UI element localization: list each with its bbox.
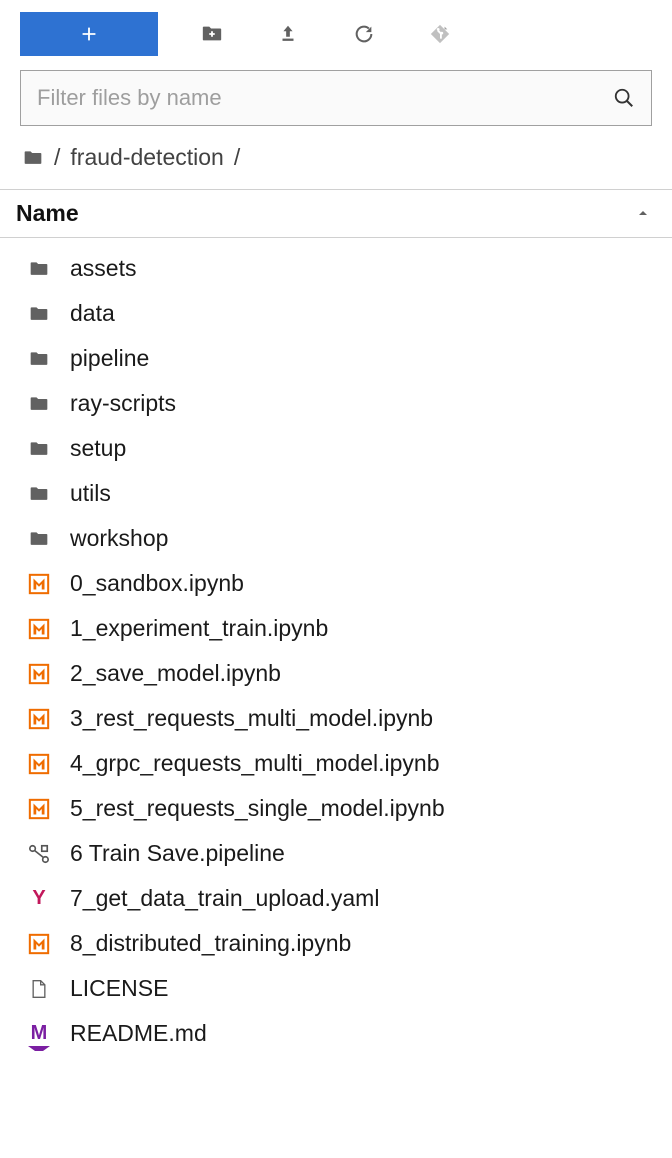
folder-plus-icon	[201, 23, 223, 45]
file-name: 1_experiment_train.ipynb	[70, 615, 328, 642]
file-name: 2_save_model.ipynb	[70, 660, 281, 687]
file-name: pipeline	[70, 345, 149, 372]
folder-icon	[26, 391, 52, 417]
list-item[interactable]: workshop	[0, 516, 672, 561]
notebook-icon	[26, 661, 52, 687]
breadcrumb-separator: /	[234, 144, 240, 171]
notebook-icon	[26, 796, 52, 822]
file-name: utils	[70, 480, 111, 507]
list-item[interactable]: 8_distributed_training.ipynb	[0, 921, 672, 966]
markdown-icon: M	[26, 1021, 52, 1047]
filter-box[interactable]	[20, 70, 652, 126]
new-launcher-button[interactable]	[20, 12, 158, 56]
new-folder-button[interactable]	[190, 16, 234, 52]
file-name: 8_distributed_training.ipynb	[70, 930, 351, 957]
folder-icon	[26, 256, 52, 282]
name-column-header[interactable]: Name	[16, 200, 79, 227]
file-name: 7_get_data_train_upload.yaml	[70, 885, 379, 912]
file-list: assets data pipeline ray-scripts setup utils w…	[0, 238, 672, 1056]
breadcrumb-separator: /	[54, 144, 60, 171]
notebook-icon	[26, 616, 52, 642]
list-header[interactable]: Name	[0, 189, 672, 238]
folder-icon	[22, 148, 44, 168]
file-name: setup	[70, 435, 126, 462]
list-item[interactable]: 2_save_model.ipynb	[0, 651, 672, 696]
search-icon	[613, 87, 635, 109]
sort-ascending-icon	[636, 208, 650, 220]
list-item[interactable]: ray-scripts	[0, 381, 672, 426]
refresh-button[interactable]	[342, 16, 386, 52]
list-item[interactable]: 0_sandbox.ipynb	[0, 561, 672, 606]
list-item[interactable]: 3_rest_requests_multi_model.ipynb	[0, 696, 672, 741]
notebook-icon	[26, 931, 52, 957]
list-item[interactable]: assets	[0, 246, 672, 291]
list-item[interactable]: data	[0, 291, 672, 336]
folder-icon	[26, 301, 52, 327]
breadcrumb-folder[interactable]: fraud-detection	[70, 144, 223, 171]
list-item[interactable]: 4_grpc_requests_multi_model.ipynb	[0, 741, 672, 786]
file-icon	[26, 976, 52, 1002]
file-name: assets	[70, 255, 136, 282]
folder-icon	[26, 436, 52, 462]
list-item[interactable]: setup	[0, 426, 672, 471]
filter-input[interactable]	[37, 85, 613, 111]
pipeline-icon	[26, 841, 52, 867]
file-name: README.md	[70, 1020, 207, 1047]
list-item[interactable]: 1_experiment_train.ipynb	[0, 606, 672, 651]
yaml-icon: Y	[26, 886, 52, 912]
file-name: 3_rest_requests_multi_model.ipynb	[70, 705, 433, 732]
plus-icon	[78, 23, 100, 45]
git-clone-button[interactable]	[418, 16, 462, 52]
list-item[interactable]: 5_rest_requests_single_model.ipynb	[0, 786, 672, 831]
file-name: 5_rest_requests_single_model.ipynb	[70, 795, 445, 822]
file-name: workshop	[70, 525, 168, 552]
file-name: 4_grpc_requests_multi_model.ipynb	[70, 750, 440, 777]
notebook-icon	[26, 751, 52, 777]
git-icon	[429, 23, 451, 45]
refresh-icon	[353, 23, 375, 45]
file-name: 0_sandbox.ipynb	[70, 570, 244, 597]
folder-icon	[26, 346, 52, 372]
list-item[interactable]: LICENSE	[0, 966, 672, 1011]
list-item[interactable]: pipeline	[0, 336, 672, 381]
file-name: ray-scripts	[70, 390, 176, 417]
folder-icon	[26, 526, 52, 552]
list-item[interactable]: 6 Train Save.pipeline	[0, 831, 672, 876]
file-name: data	[70, 300, 115, 327]
breadcrumb[interactable]: / fraud-detection /	[0, 140, 672, 189]
file-name: 6 Train Save.pipeline	[70, 840, 285, 867]
notebook-icon	[26, 571, 52, 597]
file-name: LICENSE	[70, 975, 168, 1002]
upload-icon	[277, 23, 299, 45]
folder-icon	[26, 481, 52, 507]
list-item[interactable]: Y 7_get_data_train_upload.yaml	[0, 876, 672, 921]
list-item[interactable]: M README.md	[0, 1011, 672, 1056]
list-item[interactable]: utils	[0, 471, 672, 516]
notebook-icon	[26, 706, 52, 732]
upload-button[interactable]	[266, 16, 310, 52]
